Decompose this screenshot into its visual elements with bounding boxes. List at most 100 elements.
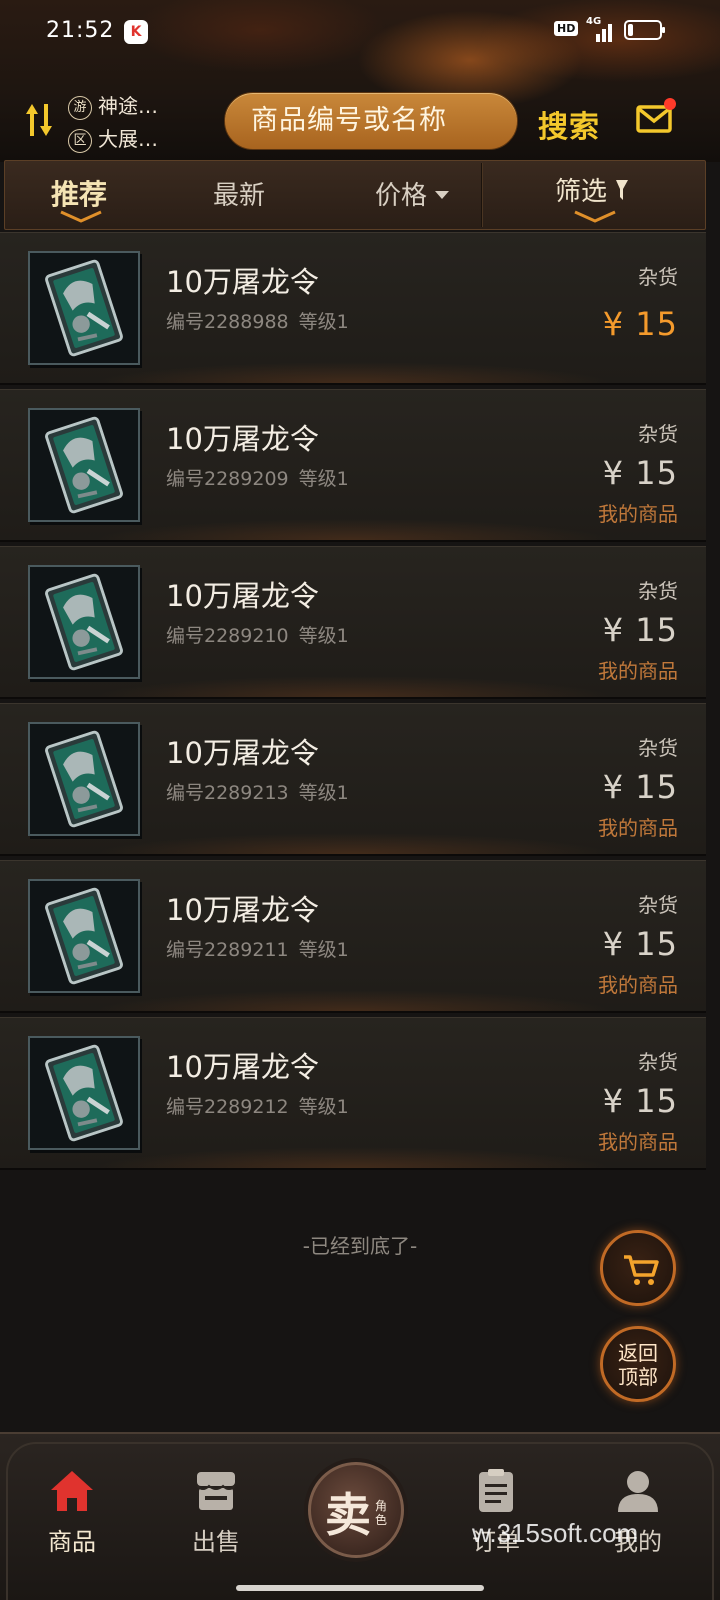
product-category: 杂货 (638, 893, 678, 917)
product-category: 杂货 (638, 1050, 678, 1074)
home-indicator[interactable] (236, 1585, 484, 1591)
user-icon (618, 1471, 658, 1512)
tab-divider (481, 163, 483, 227)
game-selector[interactable]: 游神途… (68, 90, 158, 120)
game-badge: 游 (68, 96, 92, 120)
status-bar: 21:52 K HD 4G (0, 0, 720, 62)
product-category: 杂货 (638, 579, 678, 603)
product-level: 等级1 (298, 625, 349, 647)
shop-icon (196, 1472, 236, 1510)
search-button[interactable]: 搜索 (538, 102, 600, 146)
product-name: 10万屠龙令 (166, 1050, 319, 1084)
back-to-top-button[interactable]: 返回顶部 (600, 1326, 676, 1402)
my-product-label: 我的商品 (598, 659, 678, 683)
zone-selector[interactable]: 区大展… (68, 123, 158, 153)
product-image (28, 1036, 140, 1150)
product-meta: 编号2289209 等级1 (166, 464, 359, 491)
game-name: 神途… (98, 94, 158, 118)
product-id: 编号2289210 (166, 625, 289, 647)
nav-goods[interactable]: 商品 (12, 1466, 132, 1557)
watermark: w.315soft.com (472, 1518, 639, 1548)
my-product-label: 我的商品 (598, 816, 678, 840)
filter-icon (616, 180, 629, 200)
nav-goods-label: 商品 (48, 1528, 96, 1556)
active-tab-indicator (60, 210, 102, 223)
my-product-label: 我的商品 (598, 973, 678, 997)
product-image (28, 251, 140, 365)
signal-icon (584, 18, 614, 42)
sell-role-big-label: 卖 (325, 1488, 371, 1542)
dragon-token-image (30, 881, 138, 991)
zone-name: 大展… (98, 127, 158, 151)
switch-arrows-icon[interactable] (24, 100, 54, 140)
top-header: 21:52 K HD 4G 游神途… 区大展… 商品编号或名称 搜索 (0, 0, 720, 162)
app-notification-icon: K (124, 20, 148, 44)
product-meta: 编号2289212 等级1 (166, 1092, 359, 1119)
cart-button[interactable] (600, 1230, 676, 1306)
my-product-label: 我的商品 (598, 1130, 678, 1154)
home-icon (51, 1471, 93, 1511)
product-category: 杂货 (638, 265, 678, 289)
notification-dot (664, 98, 676, 110)
dragon-token-image (30, 724, 138, 834)
back-to-top-label: 返回顶部 (618, 1341, 658, 1389)
product-name: 10万屠龙令 (166, 579, 319, 613)
product-price: ¥ 15 (602, 768, 678, 806)
tab-latest[interactable]: 最新 (213, 175, 265, 212)
product-card[interactable]: 10万屠龙令 编号2289209 等级1 杂货 ¥ 15 我的商品 (0, 389, 706, 542)
product-card[interactable]: 10万屠龙令 编号2289211 等级1 杂货 ¥ 15 我的商品 (0, 860, 706, 1013)
product-price: ¥ 15 (602, 925, 678, 963)
dragon-token-image (30, 253, 138, 363)
product-price: ¥ 15 (602, 454, 678, 492)
dragon-token-image (30, 567, 138, 677)
sell-role-button[interactable]: 卖 角色 (308, 1462, 404, 1558)
product-image (28, 565, 140, 679)
product-level: 等级1 (298, 311, 349, 333)
product-name: 10万屠龙令 (166, 265, 319, 299)
product-price: ¥ 15 (602, 305, 678, 343)
search-input[interactable]: 商品编号或名称 (224, 92, 518, 150)
sell-role-small-label: 角色 (375, 1499, 388, 1527)
product-id: 编号2289209 (166, 468, 289, 490)
nav-sell[interactable]: 出售 (156, 1466, 276, 1557)
product-id: 编号2288988 (166, 311, 289, 333)
tab-filter[interactable]: 筛选 (555, 171, 629, 208)
product-category: 杂货 (638, 422, 678, 446)
product-meta: 编号2289210 等级1 (166, 621, 359, 648)
tab-filter-label: 筛选 (555, 177, 608, 207)
clipboard-icon (479, 1469, 513, 1512)
product-name: 10万屠龙令 (166, 893, 319, 927)
tab-price[interactable]: 价格 (375, 175, 450, 212)
product-name: 10万屠龙令 (166, 736, 319, 770)
cart-icon (624, 1255, 659, 1285)
dragon-token-image (30, 410, 138, 520)
product-category: 杂货 (638, 736, 678, 760)
product-name: 10万屠龙令 (166, 422, 319, 456)
tab-recommend[interactable]: 推荐 (51, 173, 107, 213)
product-level: 等级1 (298, 468, 349, 490)
battery-icon (624, 20, 665, 40)
product-image (28, 879, 140, 993)
product-card[interactable]: 10万屠龙令 编号2289210 等级1 杂货 ¥ 15 我的商品 (0, 546, 706, 699)
product-meta: 编号2289213 等级1 (166, 778, 359, 805)
product-id: 编号2289211 (166, 939, 289, 961)
product-card[interactable]: 10万屠龙令 编号2289212 等级1 杂货 ¥ 15 我的商品 (0, 1017, 706, 1170)
zone-badge: 区 (68, 129, 92, 153)
nav-sell-label: 出售 (192, 1528, 240, 1556)
product-price: ¥ 15 (602, 611, 678, 649)
my-product-label: 我的商品 (598, 502, 678, 526)
product-price: ¥ 15 (602, 1082, 678, 1120)
dragon-token-image (30, 1038, 138, 1148)
product-meta: 编号2288988 等级1 (166, 307, 359, 334)
hd-badge: HD (554, 21, 579, 36)
tab-price-label: 价格 (375, 181, 428, 211)
product-card[interactable]: 10万屠龙令 编号2288988 等级1 杂货 ¥ 15 (0, 232, 706, 385)
filter-indicator (574, 210, 616, 223)
product-level: 等级1 (298, 782, 349, 804)
status-time: 21:52 (46, 18, 115, 43)
product-image (28, 408, 140, 522)
product-card[interactable]: 10万屠龙令 编号2289213 等级1 杂货 ¥ 15 我的商品 (0, 703, 706, 856)
product-level: 等级1 (298, 939, 349, 961)
product-meta: 编号2289211 等级1 (166, 935, 359, 962)
chevron-down-icon (435, 191, 450, 199)
